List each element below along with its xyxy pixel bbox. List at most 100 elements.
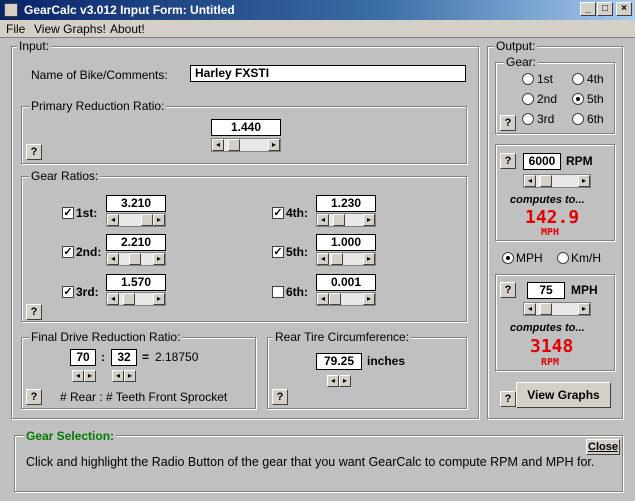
final-drive-caption: # Rear : # Teeth Front Sprocket <box>60 390 228 404</box>
close-help-button[interactable]: Close <box>586 439 620 455</box>
slider-thumb[interactable] <box>329 293 341 305</box>
gear-radio-4th[interactable] <box>572 73 584 85</box>
slider-thumb[interactable] <box>331 253 343 265</box>
gear-radio-6th[interactable] <box>572 113 584 125</box>
gear-1-checkbox[interactable]: ✓ <box>62 207 74 219</box>
speed-input[interactable]: 75 <box>527 282 565 299</box>
minimize-button[interactable]: _ <box>580 2 596 16</box>
primary-ratio-input[interactable]: 1.440 <box>211 119 281 136</box>
scroll-right-icon[interactable]: ▸ <box>578 303 590 315</box>
tire-decrease-icon[interactable]: ◂ <box>327 375 339 387</box>
slider-thumb[interactable] <box>540 175 552 187</box>
scroll-left-icon[interactable]: ◂ <box>107 253 119 265</box>
rpm-result-unit: RPM <box>541 357 560 368</box>
gear-radio-1st[interactable] <box>522 73 534 85</box>
gear-ratios-help-button[interactable]: ? <box>26 304 42 320</box>
rpm-input[interactable]: 6000 <box>523 153 561 170</box>
scroll-left-icon[interactable]: ◂ <box>524 303 536 315</box>
front-teeth-input[interactable]: 32 <box>111 349 137 366</box>
scroll-right-icon[interactable]: ▸ <box>153 253 165 265</box>
gear-help-button[interactable]: ? <box>500 115 516 131</box>
menu-view-graphs[interactable]: View Graphs! <box>34 22 106 36</box>
front-decrease-icon[interactable]: ◂ <box>112 370 124 382</box>
speed-computes-label: computes to... <box>510 322 585 334</box>
scroll-left-icon[interactable]: ◂ <box>317 293 329 305</box>
scroll-right-icon[interactable]: ▸ <box>363 253 375 265</box>
slider-thumb[interactable] <box>129 253 141 265</box>
gear-1-slider[interactable]: ◂ ▸ <box>106 213 166 227</box>
rear-decrease-icon[interactable]: ◂ <box>72 370 84 382</box>
menu-file[interactable]: File <box>6 22 25 36</box>
gear-5-checkbox[interactable]: ✓ <box>272 246 284 258</box>
scroll-right-icon[interactable]: ▸ <box>578 175 590 187</box>
tire-increase-icon[interactable]: ▸ <box>339 375 351 387</box>
speed-help-button[interactable]: ? <box>500 282 516 298</box>
gear-3-input[interactable]: 1.570 <box>106 274 166 291</box>
gear-2-checkbox[interactable]: ✓ <box>62 246 74 258</box>
scroll-left-icon[interactable]: ◂ <box>317 253 329 265</box>
unit-mph-label: MPH <box>516 251 543 265</box>
menu-about[interactable]: About! <box>110 22 145 36</box>
gear-3-slider[interactable]: ◂ ▸ <box>106 292 166 306</box>
mph-result: 142.9 <box>525 207 580 228</box>
slider-thumb[interactable] <box>141 214 153 226</box>
unit-kmh-label: Km/H <box>571 251 601 265</box>
primary-ratio-slider[interactable]: ◂ ▸ <box>211 138 281 152</box>
scroll-right-icon[interactable]: ▸ <box>363 293 375 305</box>
final-drive-ratio-value: 2.18750 <box>155 350 199 364</box>
window-title: GearCalc v3.012 Input Form: Untitled <box>24 3 235 17</box>
scroll-left-icon[interactable]: ◂ <box>107 293 119 305</box>
gear-radio-3rd-label: 3rd <box>537 112 555 126</box>
slider-thumb[interactable] <box>123 293 135 305</box>
primary-help-button[interactable]: ? <box>26 144 42 160</box>
speed-slider[interactable]: ◂ ▸ <box>523 302 591 316</box>
slider-thumb[interactable] <box>333 214 345 226</box>
slider-thumb[interactable] <box>540 303 552 315</box>
gear-3-checkbox[interactable]: ✓ <box>62 286 74 298</box>
unit-radio-mph[interactable] <box>502 252 514 264</box>
gear-radio-5th-label: 5th <box>587 92 604 106</box>
scroll-right-icon[interactable]: ▸ <box>363 214 375 226</box>
scroll-left-icon[interactable]: ◂ <box>107 214 119 226</box>
gear-6-input[interactable]: 0.001 <box>316 274 376 291</box>
gear-2-slider[interactable]: ◂ ▸ <box>106 252 166 266</box>
close-window-button[interactable]: × <box>616 2 632 16</box>
scroll-right-icon[interactable]: ▸ <box>268 139 280 151</box>
view-graphs-button[interactable]: View Graphs <box>516 382 611 408</box>
bike-name-input[interactable]: Harley FXSTI <box>190 65 466 82</box>
tire-unit: inches <box>367 354 406 368</box>
maximize-button[interactable]: □ <box>597 2 613 16</box>
gear-4-checkbox[interactable]: ✓ <box>272 207 284 219</box>
tire-help-button[interactable]: ? <box>272 389 288 405</box>
gear-4-input[interactable]: 1.230 <box>316 195 376 212</box>
scroll-right-icon[interactable]: ▸ <box>153 214 165 226</box>
gear-radio-3rd[interactable] <box>522 113 534 125</box>
gear-radio-2nd[interactable] <box>522 93 534 105</box>
ratio-colon: : <box>101 350 105 364</box>
gear-2-input[interactable]: 2.210 <box>106 234 166 251</box>
rear-increase-icon[interactable]: ▸ <box>84 370 96 382</box>
gear-6-checkbox[interactable] <box>272 286 284 298</box>
gear-5-slider[interactable]: ◂ ▸ <box>316 252 376 266</box>
gear-4-slider[interactable]: ◂ ▸ <box>316 213 376 227</box>
slider-thumb[interactable] <box>228 139 240 151</box>
graphs-help-button[interactable]: ? <box>500 391 516 407</box>
rpm-slider[interactable]: ◂ ▸ <box>523 174 591 188</box>
gear-radio-5th[interactable] <box>572 93 584 105</box>
final-drive-help-button[interactable]: ? <box>26 389 42 405</box>
scroll-left-icon[interactable]: ◂ <box>317 214 329 226</box>
scroll-right-icon[interactable]: ▸ <box>153 293 165 305</box>
gear-6-slider[interactable]: ◂ ▸ <box>316 292 376 306</box>
unit-radio-kmh[interactable] <box>557 252 569 264</box>
rear-teeth-input[interactable]: 70 <box>70 349 96 366</box>
scroll-left-icon[interactable]: ◂ <box>524 175 536 187</box>
front-increase-icon[interactable]: ▸ <box>124 370 136 382</box>
gear-5-input[interactable]: 1.000 <box>316 234 376 251</box>
gear-1-label: 1st: <box>76 206 98 220</box>
tire-circumference-input[interactable]: 79.25 <box>316 353 362 370</box>
scroll-left-icon[interactable]: ◂ <box>212 139 224 151</box>
ratio-equals: = <box>142 350 150 364</box>
rpm-help-button[interactable]: ? <box>500 153 516 169</box>
gear-2-label: 2nd: <box>76 245 102 259</box>
gear-1-input[interactable]: 3.210 <box>106 195 166 212</box>
